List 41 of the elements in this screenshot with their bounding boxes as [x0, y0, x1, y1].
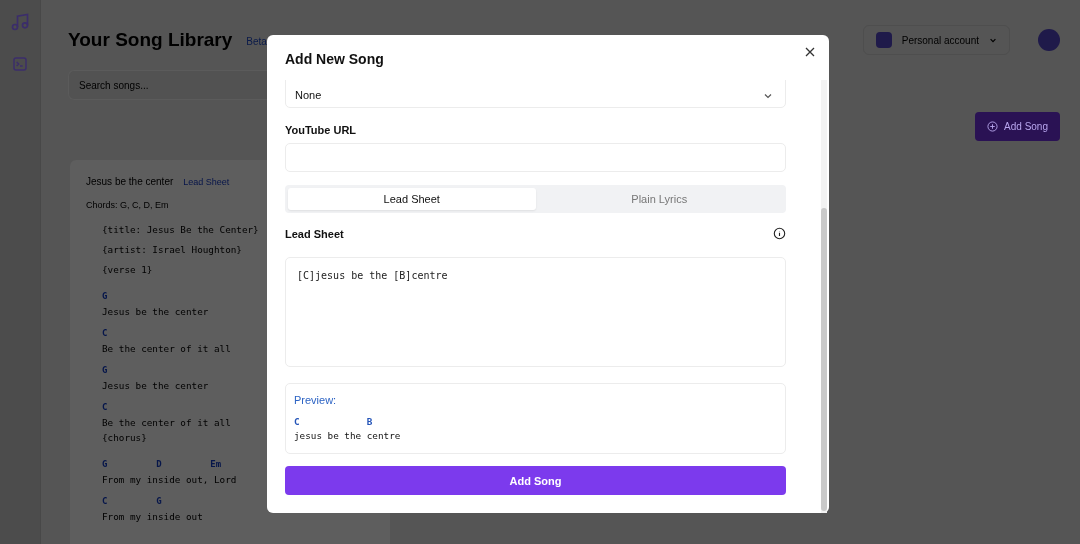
lead-sheet-tag: Lead Sheet — [183, 176, 230, 187]
field-label: Lead Sheet — [285, 227, 344, 240]
directive-line: {verse 1} — [102, 263, 153, 277]
dialog-title: Add New Song — [285, 51, 385, 67]
music-note-icon[interactable] — [10, 12, 30, 32]
add-song-button[interactable]: Add Song — [975, 112, 1060, 141]
lyric-line: From my inside out, Lord — [102, 473, 237, 487]
user-avatar[interactable] — [1038, 29, 1060, 51]
chord-line: G — [102, 364, 108, 377]
directive-line: {artist: Israel Houghton} — [102, 243, 242, 257]
tab[interactable]: Lead Sheet — [288, 188, 536, 210]
tab[interactable]: Plain Lyrics — [535, 188, 783, 210]
lyric-line: Be the center of it all — [102, 342, 231, 356]
select-field[interactable]: None — [285, 80, 786, 108]
lyric-line: Be the center of it all — [102, 416, 231, 430]
preview-label: Preview: — [294, 394, 338, 406]
directive-line: {title: Jesus Be the Center} — [102, 223, 259, 237]
lyric-line: jesus be the centre — [294, 429, 401, 443]
info-icon[interactable] — [773, 227, 786, 240]
lead-sheet-editor[interactable]: [C]jesus be the [B]centre — [285, 257, 786, 367]
chord-line: C — [102, 327, 108, 340]
close-icon[interactable] — [803, 45, 817, 59]
terminal-icon[interactable] — [12, 56, 28, 72]
chevron-down-icon — [989, 36, 997, 44]
add-song-button[interactable]: Add Song — [285, 466, 786, 495]
chords-summary: Chords: G, C, D, Em — [86, 200, 170, 210]
directive-line: {chorus} — [102, 431, 147, 445]
lyric-line: Jesus be the center — [102, 305, 209, 319]
lyric-line: From my inside out — [102, 510, 203, 524]
chord-line: G — [102, 290, 108, 303]
chord-line: C B — [294, 415, 373, 429]
beta-label: Beta — [246, 35, 267, 47]
field-label: YouTube URL — [285, 124, 358, 136]
chevron-down-icon — [763, 91, 773, 101]
chord-line: G D Em — [102, 458, 222, 471]
page-title: Your Song Library — [68, 29, 233, 51]
song-title: Jesus be the center — [86, 176, 174, 187]
plus-circle-icon — [987, 121, 999, 132]
lyric-line: Jesus be the center — [102, 379, 209, 393]
chord-line: C — [102, 401, 108, 414]
chord-line: C G — [102, 495, 162, 508]
